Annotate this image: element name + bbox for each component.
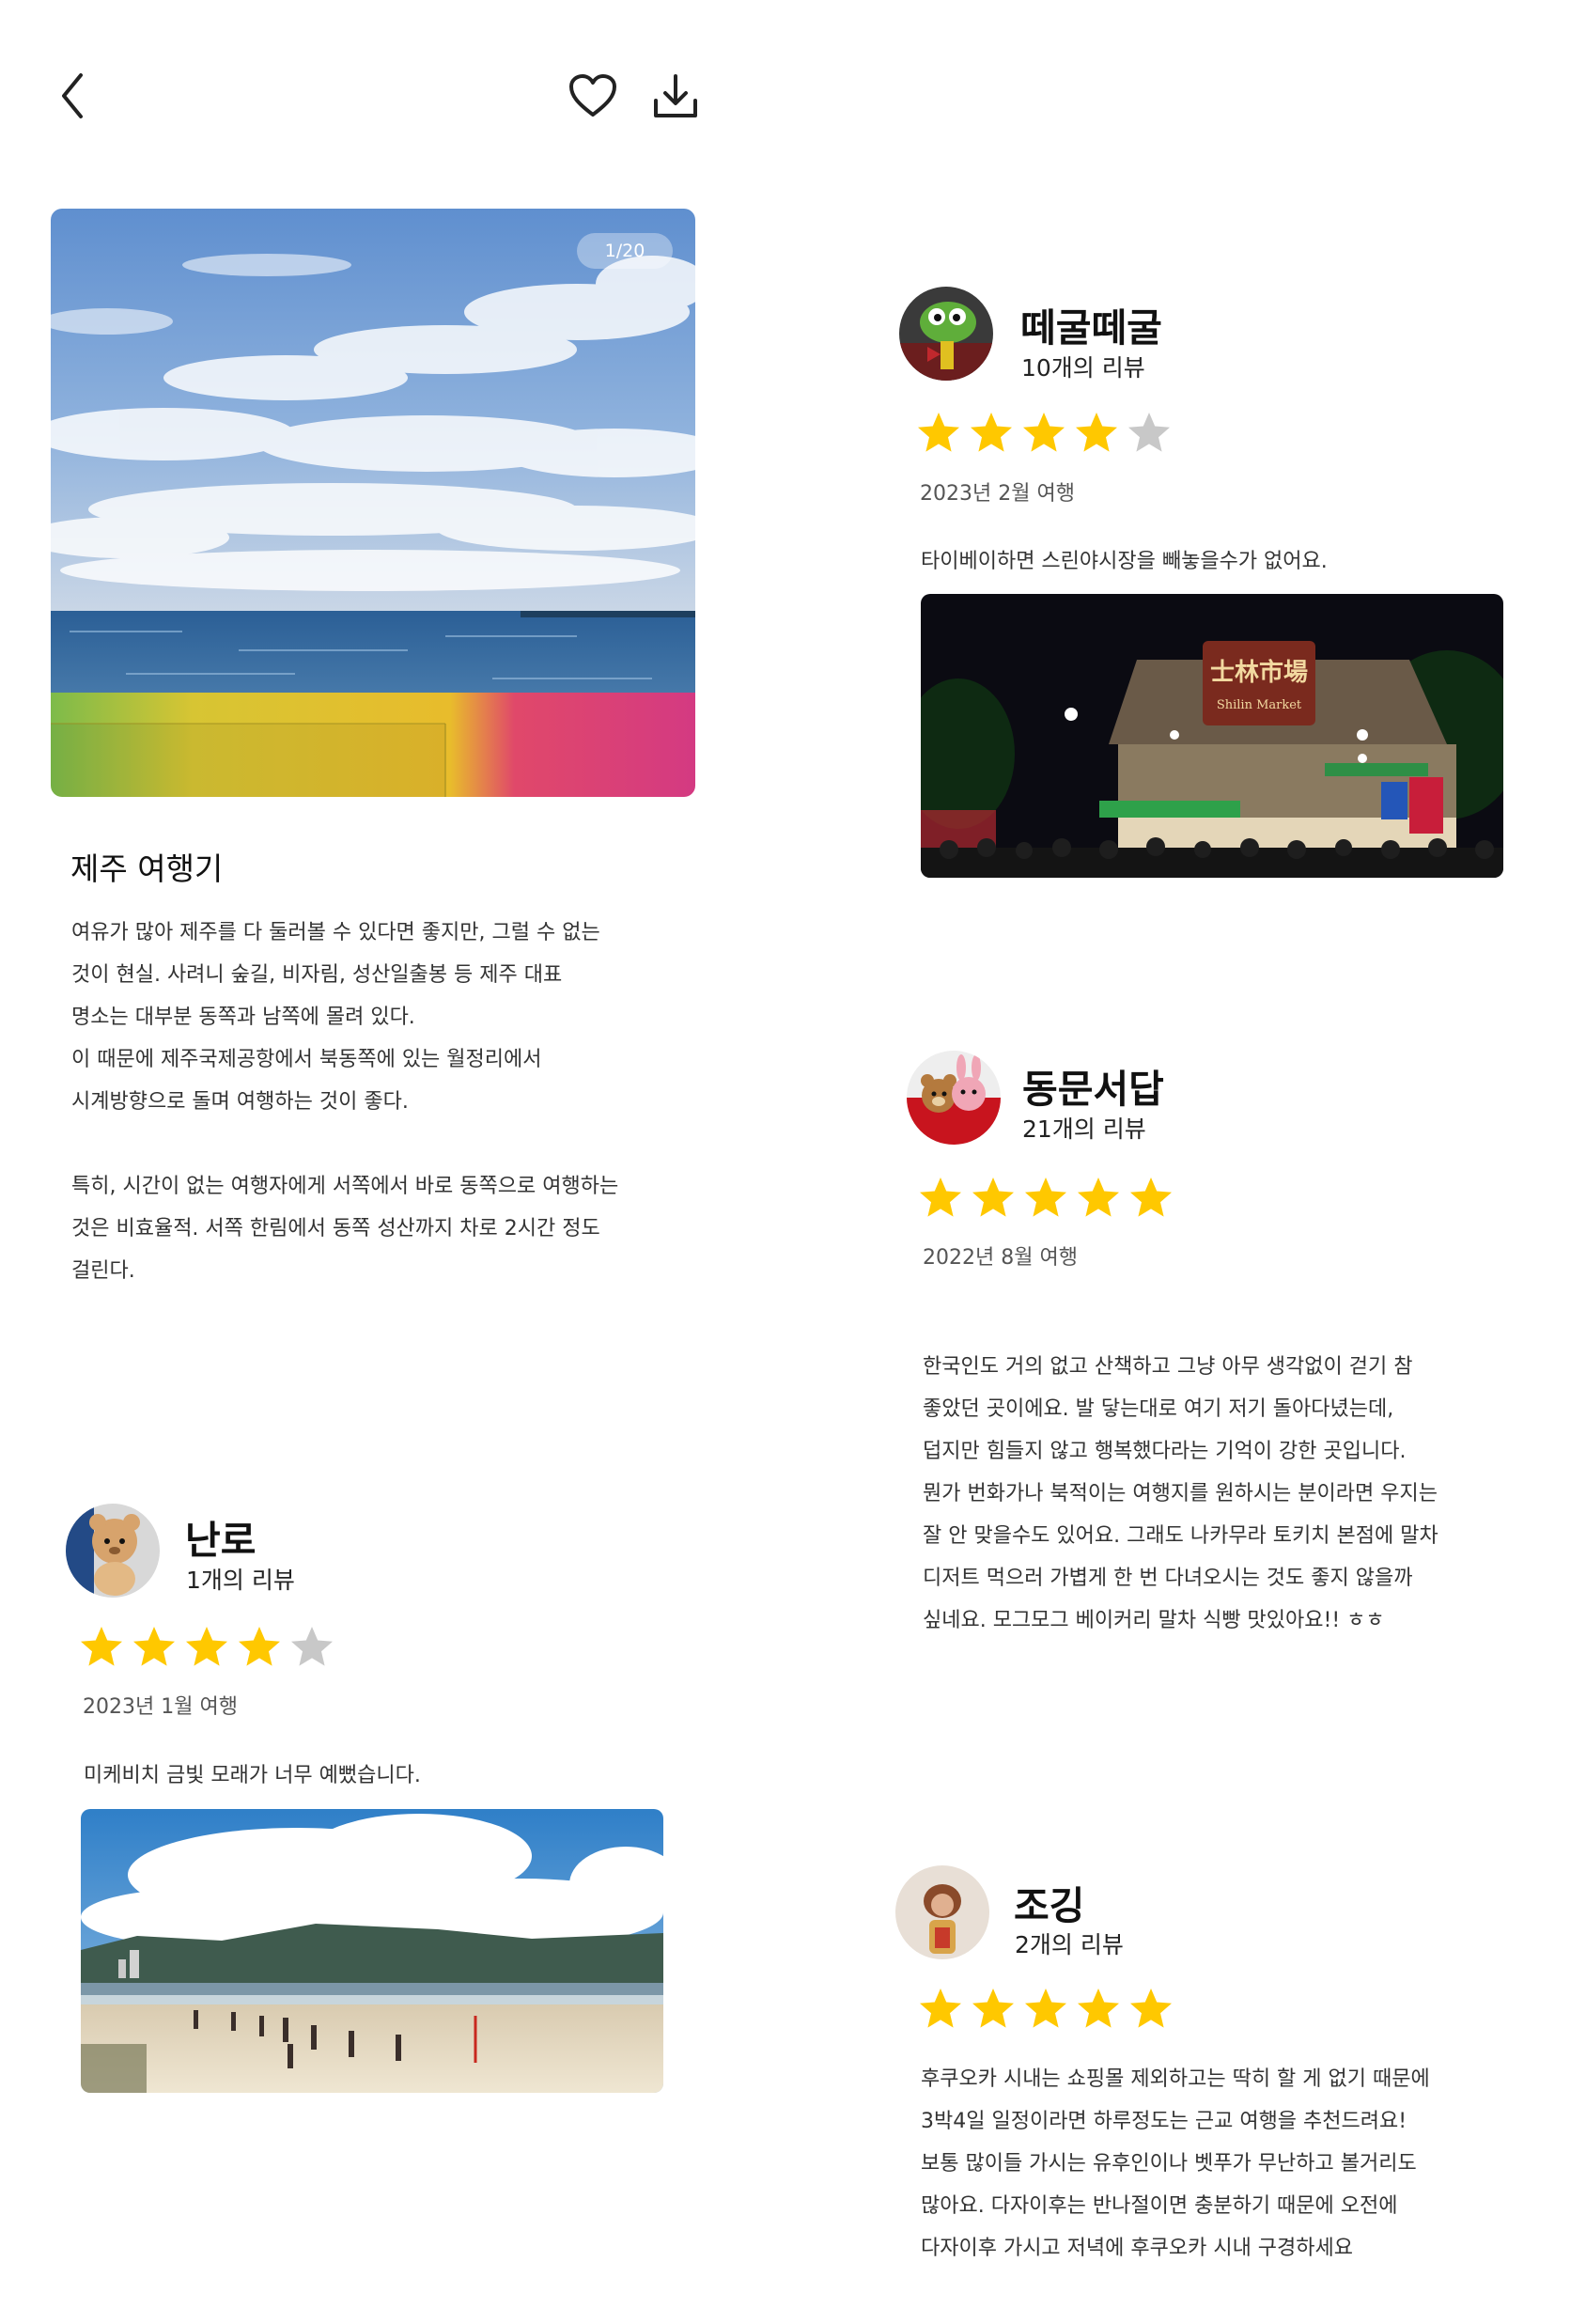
star-rating [916,410,1172,455]
star-filled-icon [920,1989,961,2028]
trip-date: 2023년 1월 여행 [83,1695,238,1719]
review-text: 미케비치 금빛 모래가 너무 예뻤습니다. [84,1764,421,1787]
star-empty-icon [1128,413,1170,452]
reviewer-name[interactable]: 떼굴떼굴 [1020,296,1162,352]
star-filled-icon [920,1178,961,1217]
trip-date: 2023년 2월 여행 [920,482,1075,506]
avatar[interactable] [899,287,993,381]
review-text: 한국인도 거의 없고 산책하고 그냥 아무 생각없이 걷기 참 좋았던 곳이에요… [923,1355,1438,1632]
star-filled-icon [971,413,1012,452]
review-count: 21개의 리뷰 [1022,1115,1146,1143]
review-photo[interactable] [81,1809,663,2093]
trip-date: 2022년 8월 여행 [923,1246,1078,1270]
star-filled-icon [133,1627,175,1666]
star-filled-icon [1025,1178,1066,1217]
star-filled-icon [1130,1178,1172,1217]
download-icon [654,74,697,117]
article-title: 제주 여행기 [70,850,224,887]
star-empty-icon [291,1627,333,1666]
review-count: 2개의 리뷰 [1015,1931,1124,1958]
reviewer-name[interactable]: 조깅 [1014,1874,1084,1930]
avatar[interactable] [66,1504,160,1598]
article-paragraph-1: 여유가 많아 제주를 다 둘러볼 수 있다면 좋지만, 그럴 수 없는 것이 현… [71,921,600,1114]
market-sign-main: 士林市場 [1210,658,1308,687]
star-filled-icon [1023,413,1065,452]
review-count: 1개의 리뷰 [186,1567,295,1594]
star-filled-icon [918,413,959,452]
back-button[interactable] [49,68,96,124]
beach-photo [81,1809,663,2093]
like-button[interactable] [564,68,622,124]
review-text: 후쿠오카 시내는 쇼핑몰 제외하고는 딱히 할 게 없기 때문에 3박4일 일정… [921,2067,1430,2260]
download-button[interactable] [646,68,705,124]
article-paragraph-2: 특히, 시간이 없는 여행자에게 서쪽에서 바로 동쪽으로 여행하는 것은 비효… [71,1175,619,1283]
star-filled-icon [1025,1989,1066,2028]
night-market-photo: 士林市場 Shilin Market [921,594,1503,878]
page-indicator: 1/20 [577,233,673,269]
sea-photo [51,209,695,797]
reviewer-name[interactable]: 동문서답 [1022,1057,1164,1114]
reviewer-name[interactable]: 난로 [185,1508,256,1565]
star-filled-icon [1078,1178,1119,1217]
heart-icon [569,74,616,117]
star-filled-icon [1130,1989,1172,2028]
avatar[interactable] [907,1051,1001,1145]
star-filled-icon [1076,413,1117,452]
star-filled-icon [186,1627,227,1666]
market-sign-sub: Shilin Market [1217,698,1302,712]
star-filled-icon [239,1627,280,1666]
star-rating [918,1175,1174,1220]
star-filled-icon [81,1627,122,1666]
star-filled-icon [972,1989,1014,2028]
hero-photo[interactable]: 1/20 [51,209,695,797]
avatar[interactable] [895,1865,989,1959]
review-text: 타이베이하면 스린야시장을 빼놓을수가 없어요. [921,550,1328,573]
star-filled-icon [1078,1989,1119,2028]
star-rating [918,1986,1174,2031]
star-rating [79,1624,334,1669]
chevron-left-icon [62,73,83,118]
review-count: 10개의 리뷰 [1021,354,1145,382]
review-photo[interactable]: 士林市場 Shilin Market [921,594,1503,878]
star-filled-icon [972,1178,1014,1217]
